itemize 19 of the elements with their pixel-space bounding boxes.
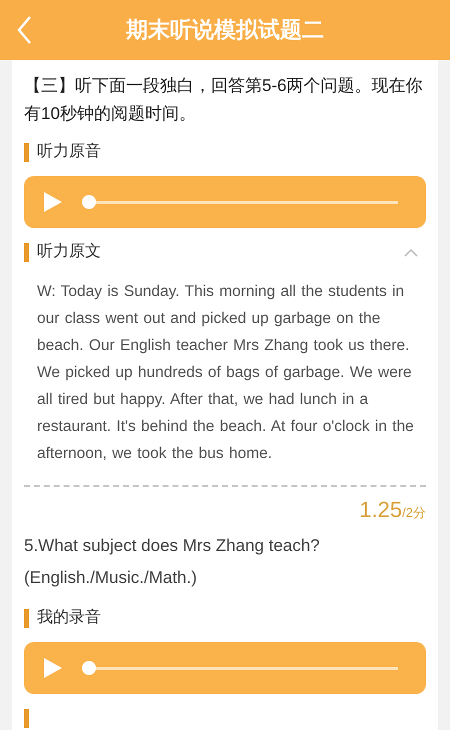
section-marker: [24, 608, 29, 628]
transcript-text: W: Today is Sunday. This morning all the students in our class went out and picked up garbage on the beach. Our English teacher Mrs Zhang took us there. We picked up hundreds of bags of garbage. We were all tired but happy. After that, we had lunch in a restaurant. It's behind the beach. At four o'clock in the afternoon, we took the bus home.: [37, 282, 415, 464]
progress-thumb[interactable]: [82, 195, 96, 209]
play-icon[interactable]: [44, 192, 62, 212]
section-marker: [24, 242, 29, 262]
question-text: 5.What subject does Mrs Zhang teach?(English./Music./Math.): [24, 535, 321, 589]
score-value: 1.25: [359, 497, 402, 522]
play-icon[interactable]: [44, 658, 62, 678]
instruction-text: 【三】听下面一段独白，回答第5-6两个问题。现在你有10秒钟的阅题时间。: [24, 75, 424, 125]
chevron-up-icon[interactable]: [404, 248, 418, 256]
section-heading: 听力原文: [37, 242, 101, 262]
back-icon[interactable]: [16, 15, 32, 45]
section-marker: [24, 708, 29, 728]
section-marker: [24, 142, 29, 162]
section-heading: 我的录音: [37, 608, 101, 628]
page-title: 期末听说模拟试题二: [125, 16, 325, 44]
section-heading: 听力原音: [37, 142, 101, 162]
score-total: /2分: [402, 505, 426, 520]
progress-thumb[interactable]: [82, 661, 96, 675]
